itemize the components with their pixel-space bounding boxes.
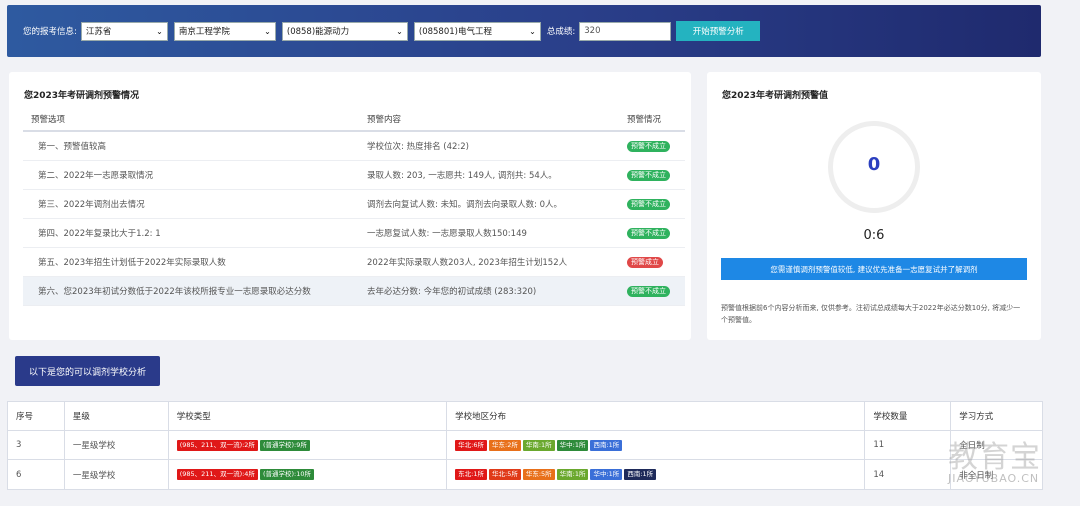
school-select[interactable]: 南京工程学院 ⌄: [173, 21, 276, 41]
region-tag: 西南:1所: [590, 439, 623, 451]
warning-value-title: 您2023年考研调剂预警值: [722, 91, 829, 101]
row-regions: 华北:6所 华东:2所 华南:1所 华中:1所 西南:1所: [447, 431, 866, 459]
warning-value: 0: [867, 154, 881, 175]
filter-bar: 您的报考信息: 江苏省 ⌄ 南京工程学院 ⌄ (0858)能源动力 ⌄ (085801…: [7, 5, 1041, 57]
header-region: 学校地区分布: [447, 402, 866, 430]
region-tag: 华北:6所: [455, 439, 487, 451]
status-badge: 预警不成立: [627, 169, 670, 181]
warning-panel: 您2023年考研调剂预警情况 预警选项 预警内容 预警情况 第一、预警值较高 学校…: [9, 72, 691, 340]
region-tag: 华北:5所: [489, 469, 521, 480]
warning-content: 调剂去向复试人数: 未知。调剂去向录取人数: 0人。: [367, 200, 563, 210]
row-count: 11: [865, 431, 952, 459]
chevron-down-icon: ⌄: [156, 26, 163, 36]
score-label: 总成绩:: [546, 27, 576, 37]
row-index: 6: [8, 460, 65, 489]
status-badge: 预警不成立: [627, 285, 670, 297]
school-type-tag: (普通学校):10所: [259, 469, 314, 480]
table-row: 6 一星级学校 (985、211、双一流):4所 (普通学校):10所 东北:1所 华北:…: [8, 460, 1042, 489]
warning-content: 学校位次: 热度排名 (42:2): [367, 142, 469, 152]
header-mode: 学习方式: [959, 412, 994, 422]
school-table: 序号 星级 学校类型 学校地区分布 学校数量 学习方式 3 一星级学校 (985、2…: [7, 401, 1043, 490]
school-table-header: 序号 星级 学校类型 学校地区分布 学校数量 学习方式: [8, 402, 1042, 431]
warning-row: 第二、2022年一志愿录取情况 录取人数: 203, 一志愿共: 149人, 调剂…: [23, 161, 685, 190]
chevron-down-icon: ⌄: [264, 26, 271, 36]
chevron-down-icon: ⌄: [396, 26, 403, 36]
row-star: 一星级学校: [65, 431, 169, 459]
warning-note: 预警值根据前6个内容分析而来, 仅供参考。注初试总成绩每大于2022年必达分数1…: [721, 304, 1021, 324]
warning-title: 您2023年考研调剂预警情况: [24, 91, 140, 101]
warning-content: 录取人数: 203, 一志愿共: 149人, 调剂共: 54人。: [367, 171, 557, 181]
header-count: 学校数量: [865, 402, 952, 430]
warning-row: 第三、2022年调剂出去情况 调剂去向复试人数: 未知。调剂去向录取人数: 0人。…: [23, 190, 685, 219]
warning-option: 第一、预警值较高: [38, 142, 107, 152]
warning-table-header: 预警选项 预警内容 预警情况: [23, 108, 685, 132]
warning-option: 第四、2022年复录比大于1.2: 1: [38, 229, 161, 239]
warning-ratio: 0:6: [863, 228, 885, 243]
region-tag: 华中:1所: [590, 469, 623, 480]
header-type: 学校类型: [169, 402, 448, 430]
warning-value-panel: 您2023年考研调剂预警值 0 0:6 您需谨慎调剂预警值较低, 建议优先准备一…: [707, 72, 1041, 340]
status-badge: 预警不成立: [627, 227, 670, 239]
region-tag: 华南:1所: [522, 439, 555, 451]
warning-row: 第五、2023年招生计划低于2022年实际录取人数 2022年实际录取人数203人…: [23, 248, 685, 277]
start-analysis-button[interactable]: 开始预警分析: [676, 21, 761, 41]
row-index: 3: [8, 431, 65, 459]
warning-value-ring: 0: [828, 121, 920, 213]
warning-row: 第六、您2023年初试分数低于2022年该校所报专业一志愿录取必达分数 去年必达分…: [23, 277, 685, 306]
school-type-tag: (985、211、双一流):2所: [176, 439, 258, 451]
header-index: 序号: [8, 402, 65, 430]
row-mode: 非全日制: [959, 470, 994, 481]
status-badge: 预警不成立: [627, 198, 670, 210]
direction-select[interactable]: (085801)电气工程 ⌄: [413, 21, 541, 41]
status-badge: 预警不成立: [627, 140, 670, 152]
row-mode: 全日制: [959, 441, 985, 451]
row-count: 14: [865, 460, 952, 489]
row-star: 一星级学校: [65, 460, 169, 489]
warning-row: 第一、预警值较高 学校位次: 热度排名 (42:2) 预警不成立: [23, 132, 685, 161]
header-option: 预警选项: [31, 115, 66, 125]
school-type-tag: (985、211、双一流):4所: [176, 469, 258, 480]
region-tag: 华南:1所: [556, 469, 589, 480]
advice-banner: 您需谨慎调剂预警值较低, 建议优先准备一志愿复试并了解调剂: [721, 258, 1027, 280]
warning-option: 第二、2022年一志愿录取情况: [38, 171, 154, 181]
warning-option: 第五、2023年招生计划低于2022年实际录取人数: [38, 258, 226, 268]
school-analysis-button[interactable]: 以下是您的可以调剂学校分析: [15, 356, 160, 386]
warning-option: 第三、2022年调剂出去情况: [38, 200, 145, 210]
region-tag: 东北:1所: [455, 469, 487, 480]
header-star: 星级: [65, 402, 169, 430]
header-content: 预警内容: [367, 115, 402, 125]
row-types: (985、211、双一流):2所 (普通学校):9所: [169, 431, 448, 459]
province-select[interactable]: 江苏省 ⌄: [80, 21, 168, 41]
row-types: (985、211、双一流):4所 (普通学校):10所: [169, 460, 448, 489]
region-tag: 西南:1所: [624, 469, 657, 480]
warning-row: 第四、2022年复录比大于1.2: 1 一志愿复试人数: 一志愿录取人数150:1…: [23, 219, 685, 248]
warning-content: 一志愿复试人数: 一志愿录取人数150:149: [367, 229, 527, 239]
region-tag: 华东:5所: [522, 469, 555, 480]
warning-table: 预警选项 预警内容 预警情况 第一、预警值较高 学校位次: 热度排名 (42:2)…: [23, 108, 685, 306]
major-select[interactable]: (0858)能源动力 ⌄: [281, 21, 408, 41]
region-tag: 华东:2所: [489, 439, 521, 451]
row-regions: 东北:1所 华北:5所 华东:5所 华南:1所 华中:1所 西南:1所: [447, 460, 866, 489]
school-type-tag: (普通学校):9所: [259, 439, 310, 451]
score-input[interactable]: 320: [579, 21, 672, 41]
warning-option: 第六、您2023年初试分数低于2022年该校所报专业一志愿录取必达分数: [38, 287, 311, 297]
warning-content: 2022年实际录取人数203人, 2023年招生计划152人: [367, 258, 568, 268]
status-badge: 预警成立: [627, 256, 663, 268]
warning-content: 去年必达分数: 今年您的初试成绩 (283:320): [367, 287, 537, 297]
region-tag: 华中:1所: [556, 439, 589, 451]
filter-label: 您的报考信息:: [23, 27, 77, 37]
chevron-down-icon: ⌄: [529, 26, 536, 36]
header-status: 预警情况: [627, 115, 662, 125]
table-row: 3 一星级学校 (985、211、双一流):2所 (普通学校):9所 华北:6所 华东:2…: [8, 431, 1042, 460]
